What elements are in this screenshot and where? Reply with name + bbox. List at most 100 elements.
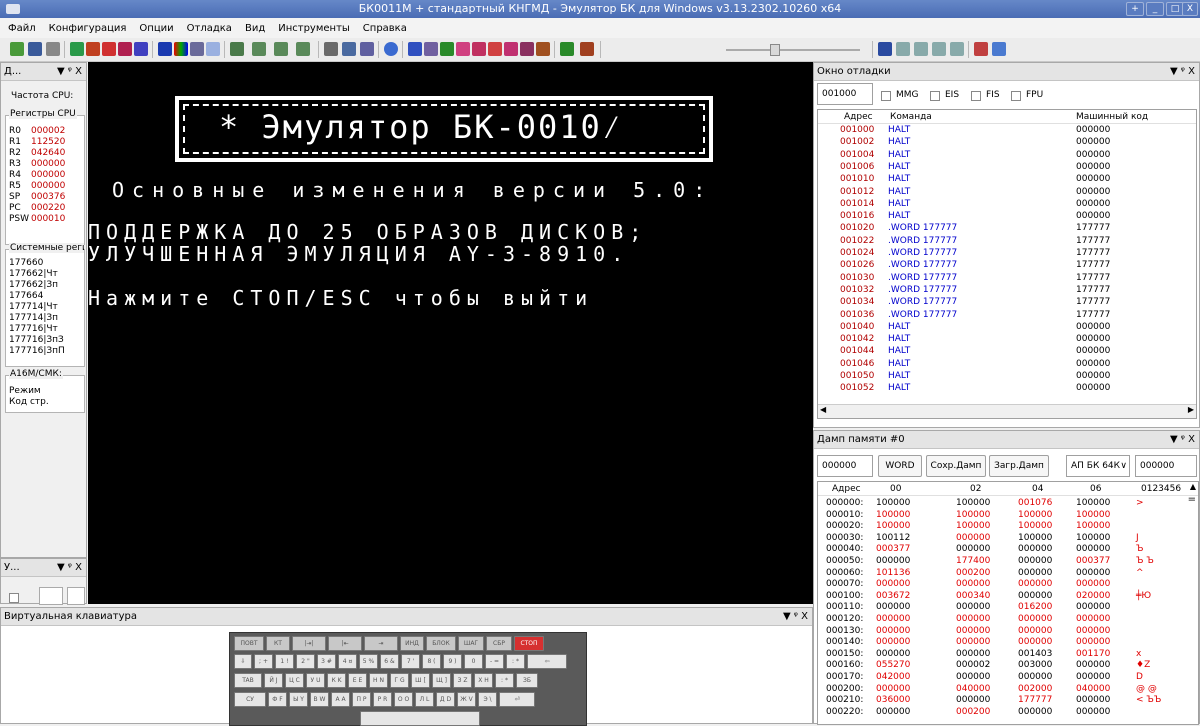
disassembly-row[interactable]: 001000 HALT 000000 xyxy=(818,125,1196,137)
dump-value[interactable]: 001403 xyxy=(1018,649,1052,660)
aysound-icon[interactable] xyxy=(536,42,550,56)
keyboard-key[interactable]: : * xyxy=(506,654,525,669)
dump-row[interactable]: 000040: 000377 000000 000000 000000 Ъ xyxy=(818,544,1198,556)
dump-value[interactable]: 001076 xyxy=(1018,498,1052,509)
menu-debug[interactable]: Отладка xyxy=(187,23,232,34)
disassembly-row[interactable]: 001036 .WORD 177777 177777 xyxy=(818,310,1196,322)
keyboard-key[interactable]: Ц C xyxy=(285,673,304,688)
dump-value[interactable]: 100000 xyxy=(956,510,990,521)
start-icon[interactable] xyxy=(86,42,100,56)
dump-row[interactable]: 000150: 000000 000000 001403 001170 x xyxy=(818,649,1198,661)
keyboard-key[interactable]: Н N xyxy=(369,673,388,688)
sysreg-item[interactable]: 177664 xyxy=(9,291,43,302)
dump-value[interactable]: 040000 xyxy=(1076,684,1110,695)
keyboard-key[interactable]: Ы Y xyxy=(289,692,308,707)
dump-row[interactable]: 000110: 000000 000000 016200 000000 xyxy=(818,602,1198,614)
tape-icon[interactable] xyxy=(408,42,422,56)
dump-value[interactable]: 000000 xyxy=(876,684,910,695)
dump-value[interactable]: 000000 xyxy=(1076,695,1110,706)
register-r4[interactable]: R4 000000 xyxy=(9,170,83,181)
dump-row[interactable]: 000160: 055270 000002 003000 000000 ♦Z xyxy=(818,660,1198,672)
panel-controls[interactable]: ▼ ᵠ X xyxy=(783,608,808,625)
keyboard-key[interactable]: 4 ¤ xyxy=(338,654,357,669)
dump-value[interactable]: 016200 xyxy=(1018,602,1052,613)
settings-icon[interactable] xyxy=(360,42,374,56)
keyboard-key[interactable]: ; + xyxy=(254,654,273,669)
disassembly-row[interactable]: 001034 .WORD 177777 177777 xyxy=(818,297,1196,309)
dump-value[interactable]: 100000 xyxy=(1076,521,1110,532)
monitor3-icon[interactable] xyxy=(274,42,288,56)
word-mode-button[interactable]: WORD xyxy=(878,455,922,477)
dump-row[interactable]: 000140: 000000 000000 000000 000000 xyxy=(818,637,1198,649)
dump-value[interactable]: 000200 xyxy=(956,568,990,579)
dump-row[interactable]: 000060: 101136 000200 000000 000000 ^ xyxy=(818,568,1198,580)
memory-mode-select[interactable]: АП БК 64К ∨ xyxy=(1066,455,1130,477)
disassembly-row[interactable]: 001040 HALT 000000 xyxy=(818,322,1196,334)
dump-value[interactable]: 000000 xyxy=(956,649,990,660)
sysreg-item[interactable]: 177662|Зп xyxy=(9,280,58,291)
dump-row[interactable]: 000170: 042000 000000 000000 000000 D xyxy=(818,672,1198,684)
menu-tools[interactable]: Инструменты xyxy=(278,23,350,34)
keyboard-key[interactable]: ⇦ xyxy=(527,654,567,669)
keyboard-key[interactable]: Й J xyxy=(264,673,283,688)
disassembly-row[interactable]: 001016 HALT 000000 xyxy=(818,211,1196,223)
disassembly-row[interactable]: 001050 HALT 000000 xyxy=(818,371,1196,383)
sysreg-item[interactable]: 177716|Чт xyxy=(9,324,58,335)
dump-row[interactable]: 000220: 000000 000200 000000 000000 xyxy=(818,707,1198,719)
color-mode-icon[interactable] xyxy=(174,42,188,56)
dump-value[interactable]: 100000 xyxy=(1018,510,1052,521)
dump-value[interactable]: 000000 xyxy=(1076,579,1110,590)
keyboard-key[interactable]: П P xyxy=(352,692,371,707)
debug-address-input[interactable]: 001000 xyxy=(817,83,873,105)
print-icon[interactable] xyxy=(324,42,338,56)
disassembly-row[interactable]: 001046 HALT 000000 xyxy=(818,359,1196,371)
dump-value[interactable]: 100000 xyxy=(1018,533,1052,544)
dump-value[interactable]: 000000 xyxy=(1018,626,1052,637)
dump-value[interactable]: 100000 xyxy=(876,521,910,532)
reset-icon[interactable] xyxy=(70,42,84,56)
dump-row[interactable]: 000210: 036000 000000 177777 000000 < ЪЪ xyxy=(818,695,1198,707)
dump-value[interactable]: 100000 xyxy=(1076,498,1110,509)
keyboard-key[interactable]: Ф F xyxy=(268,692,287,707)
dump-value[interactable]: 002000 xyxy=(1018,684,1052,695)
dump-value[interactable]: 000340 xyxy=(956,591,990,602)
keyboard-key[interactable]: О O xyxy=(394,692,413,707)
panel-controls[interactable]: ▼ ᵠ X xyxy=(1170,431,1195,448)
keyboard-key[interactable]: TAB xyxy=(234,673,262,688)
keyboard-key[interactable]: СУ xyxy=(234,692,266,707)
scanlines-icon[interactable] xyxy=(206,42,220,56)
sysreg-item[interactable]: 177662|Чт xyxy=(9,269,58,280)
keyboard-key[interactable]: З Z xyxy=(453,673,472,688)
keyboard-key[interactable]: ИНД СУ xyxy=(400,636,424,660)
app-icon[interactable] xyxy=(6,4,20,14)
help-icon[interactable] xyxy=(384,42,398,56)
menu-file[interactable]: Файл xyxy=(8,23,36,34)
keyboard-key[interactable]: Э \ xyxy=(478,692,497,707)
speed-slider-track[interactable] xyxy=(726,49,860,51)
dump-row[interactable]: 000120: 000000 000000 000000 000000 xyxy=(818,614,1198,626)
dump-value[interactable]: 100000 xyxy=(876,510,910,521)
keyboard-key[interactable]: ПОВТ xyxy=(234,636,264,651)
keyboard-key[interactable]: 1 ! xyxy=(275,654,294,669)
dump-value[interactable]: 042000 xyxy=(876,672,910,683)
disassembly-row[interactable]: 001042 HALT 000000 xyxy=(818,334,1196,346)
mouse-icon[interactable] xyxy=(504,42,518,56)
disassembly-table[interactable]: Адрес Команда Машинный код 001000 HALT 000… xyxy=(817,109,1197,419)
dump-value[interactable]: 000377 xyxy=(876,544,910,555)
disassembly-row[interactable]: 001022 .WORD 177777 177777 xyxy=(818,236,1196,248)
keyboard-key[interactable]: А A xyxy=(331,692,350,707)
dump-value[interactable]: 000000 xyxy=(1018,707,1052,718)
scroll-right-arrow[interactable]: ▶ xyxy=(1188,405,1194,414)
input-box[interactable] xyxy=(67,587,85,605)
keyboard-key[interactable]: Д D xyxy=(436,692,455,707)
menu-view[interactable]: Вид xyxy=(245,23,265,34)
dump-value[interactable]: 000000 xyxy=(956,614,990,625)
menu-options[interactable]: Опции xyxy=(139,23,173,34)
keyboard-key[interactable]: ШАГ xyxy=(458,636,484,651)
keyboard-key[interactable]: Х H xyxy=(474,673,493,688)
dump-value[interactable]: 100000 xyxy=(956,498,990,509)
disassembly-row[interactable]: 001012 HALT 000000 xyxy=(818,187,1196,199)
dump-value[interactable]: 000000 xyxy=(1076,568,1110,579)
keyboard-key[interactable]: 5 % xyxy=(359,654,378,669)
disassembly-row[interactable]: 001026 .WORD 177777 177777 xyxy=(818,260,1196,272)
